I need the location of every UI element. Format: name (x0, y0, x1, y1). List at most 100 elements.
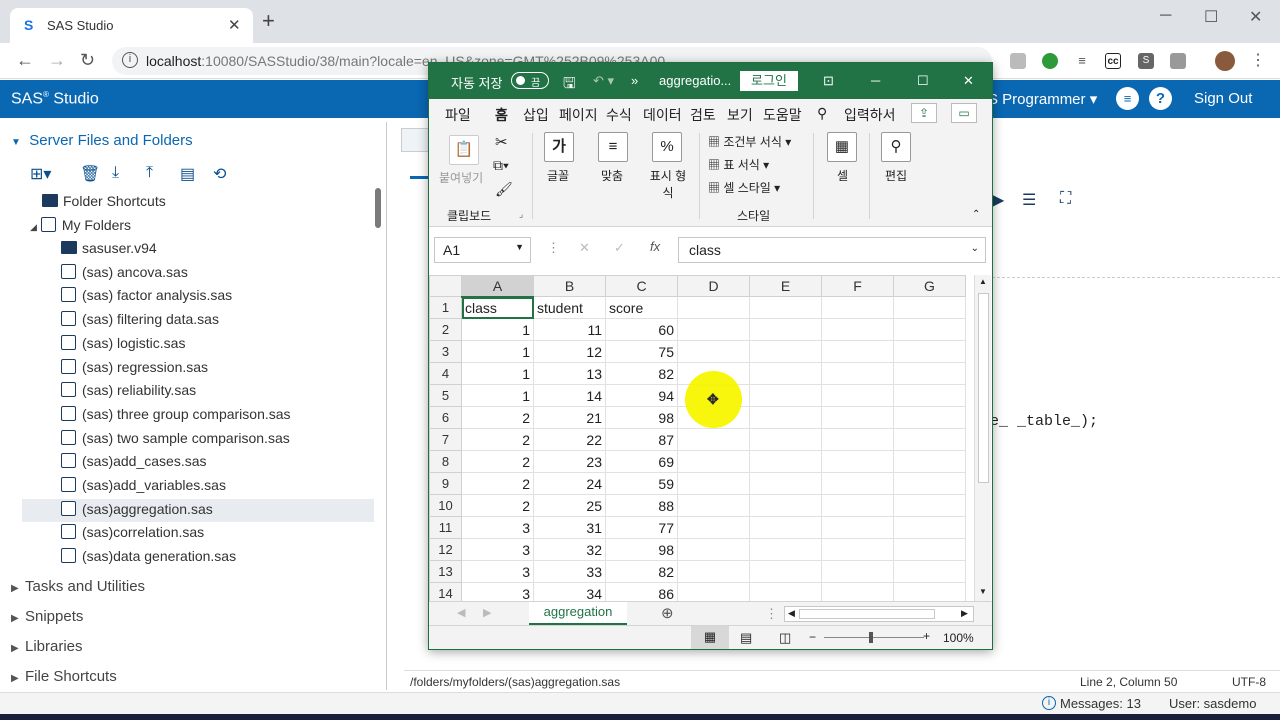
close-window-icon[interactable]: ✕ (1249, 7, 1262, 27)
cell[interactable] (677, 582, 750, 601)
cell[interactable] (893, 384, 966, 407)
properties-icon[interactable]: ▤ (180, 164, 195, 184)
cell[interactable]: student (533, 296, 606, 319)
cell[interactable] (677, 516, 750, 539)
tab-split-icon[interactable]: ⋮ (765, 606, 778, 622)
share-icon[interactable]: ⇪ (911, 103, 937, 123)
cell[interactable]: 1 (461, 318, 534, 341)
select-all-corner[interactable] (429, 275, 462, 297)
save-icon[interactable]: 🖫 (563, 73, 576, 98)
cell[interactable]: 77 (605, 516, 678, 539)
row-header[interactable]: 5 (429, 384, 462, 407)
align-label[interactable]: 맞춤 (601, 167, 623, 184)
cell[interactable]: 88 (605, 494, 678, 517)
minimize-icon[interactable]: ─ (1160, 7, 1171, 25)
cell[interactable] (677, 450, 750, 473)
copy-icon[interactable]: ⧉▾ (493, 157, 509, 174)
next-sheet-icon[interactable]: ▶ (483, 606, 491, 619)
file-shortcuts-section[interactable]: ▶ File Shortcuts (11, 668, 117, 685)
row-header[interactable]: 10 (429, 494, 462, 517)
row-header[interactable]: 6 (429, 406, 462, 429)
column-header[interactable]: D (677, 275, 750, 297)
row-header[interactable]: 4 (429, 362, 462, 385)
cells-label[interactable]: 셀 (837, 167, 848, 184)
bookmark-icon[interactable] (1170, 53, 1186, 69)
cell[interactable]: 82 (605, 560, 678, 583)
profile-avatar[interactable] (1215, 51, 1235, 71)
cell[interactable]: 94 (605, 384, 678, 407)
cell[interactable] (749, 406, 822, 429)
server-files-header[interactable]: ▼ Server Files and Folders (11, 132, 193, 149)
column-header[interactable]: G (893, 275, 966, 297)
cancel-entry-icon[interactable]: ✕ (579, 240, 590, 256)
cell[interactable] (893, 538, 966, 561)
programmer-menu[interactable]: S Programmer ▾ (988, 90, 1097, 108)
zoom-slider-handle[interactable] (869, 632, 873, 643)
menu-insert[interactable]: 삽입 (523, 105, 549, 125)
conditional-format-button[interactable]: ▦ 조건부 서식 ▾ (708, 133, 791, 150)
cell[interactable] (677, 318, 750, 341)
browser-tab[interactable]: S SAS Studio ✕ (10, 8, 253, 43)
ribbon-display-icon[interactable]: ⊡ (823, 73, 834, 89)
cc-icon[interactable]: cc (1105, 53, 1121, 69)
xl-minimize-icon[interactable]: ─ (871, 73, 880, 88)
cell[interactable] (821, 340, 894, 363)
maximize-view-icon[interactable]: ⛶ (1060, 190, 1071, 208)
delete-icon[interactable]: 🗑 (80, 164, 100, 184)
number-format-label[interactable]: 표시 형식 (647, 167, 689, 201)
cell[interactable] (821, 560, 894, 583)
cell[interactable] (821, 296, 894, 319)
cell[interactable]: 21 (533, 406, 606, 429)
cell[interactable]: class (461, 296, 534, 319)
zoom-slider[interactable] (824, 637, 924, 638)
row-header[interactable]: 3 (429, 340, 462, 363)
cell[interactable] (677, 538, 750, 561)
cell[interactable] (821, 450, 894, 473)
column-header[interactable]: B (533, 275, 606, 297)
xl-close-icon[interactable]: ✕ (963, 73, 974, 89)
menu-icon[interactable]: ≡ (1116, 87, 1139, 110)
folder-shortcuts-item[interactable]: Folder Shortcuts (42, 193, 166, 209)
comments-icon[interactable]: ▭ (951, 103, 977, 123)
xl-restore-icon[interactable]: ☐ (917, 73, 929, 89)
indent-icon[interactable]: ☰ (1022, 190, 1036, 210)
libraries-section[interactable]: ▶ Libraries (11, 638, 83, 655)
cell[interactable] (749, 428, 822, 451)
autosave-toggle[interactable]: 끔 (511, 72, 549, 89)
file-item[interactable]: (sas)add_variables.sas (61, 477, 226, 493)
code-line-fragment[interactable]: e_ _table_); (990, 413, 1098, 430)
cell[interactable]: 12 (533, 340, 606, 363)
cell[interactable]: 75 (605, 340, 678, 363)
cell[interactable]: 23 (533, 450, 606, 473)
cell[interactable] (821, 516, 894, 539)
align-icon[interactable]: ≡ (598, 132, 628, 162)
file-item[interactable]: (sas) factor analysis.sas (61, 287, 232, 303)
cells-icon[interactable]: ▦ (827, 132, 857, 162)
cell[interactable] (749, 340, 822, 363)
normal-view-icon[interactable]: ▦ (691, 626, 729, 649)
file-item[interactable]: (sas) two sample comparison.sas (61, 429, 290, 446)
zoom-level[interactable]: 100% (943, 631, 974, 645)
row-header[interactable]: 2 (429, 318, 462, 341)
cell[interactable] (677, 296, 750, 319)
row-header[interactable]: 7 (429, 428, 462, 451)
cell[interactable] (749, 384, 822, 407)
file-item[interactable]: (sas) logistic.sas (61, 334, 185, 351)
refresh-icon[interactable]: ⟲ (213, 164, 226, 184)
menu-review[interactable]: 검토 (690, 105, 716, 125)
cell[interactable]: 3 (461, 516, 534, 539)
cell[interactable]: 86 (605, 582, 678, 601)
extension-icon[interactable] (1010, 53, 1026, 69)
cell[interactable]: 2 (461, 450, 534, 473)
row-header[interactable]: 9 (429, 472, 462, 495)
menu-dots-icon[interactable]: ⋮ (1250, 50, 1266, 70)
table-format-button[interactable]: ▦ 표 서식 ▾ (708, 156, 769, 173)
column-header[interactable]: E (749, 275, 822, 297)
row-header[interactable]: 1 (429, 296, 462, 319)
cell[interactable] (821, 362, 894, 385)
file-item[interactable]: (sas)correlation.sas (61, 524, 204, 540)
close-tab-icon[interactable]: ✕ (228, 16, 241, 34)
cell[interactable] (893, 494, 966, 517)
cell[interactable] (821, 428, 894, 451)
file-item[interactable]: (sas)add_cases.sas (61, 453, 207, 469)
